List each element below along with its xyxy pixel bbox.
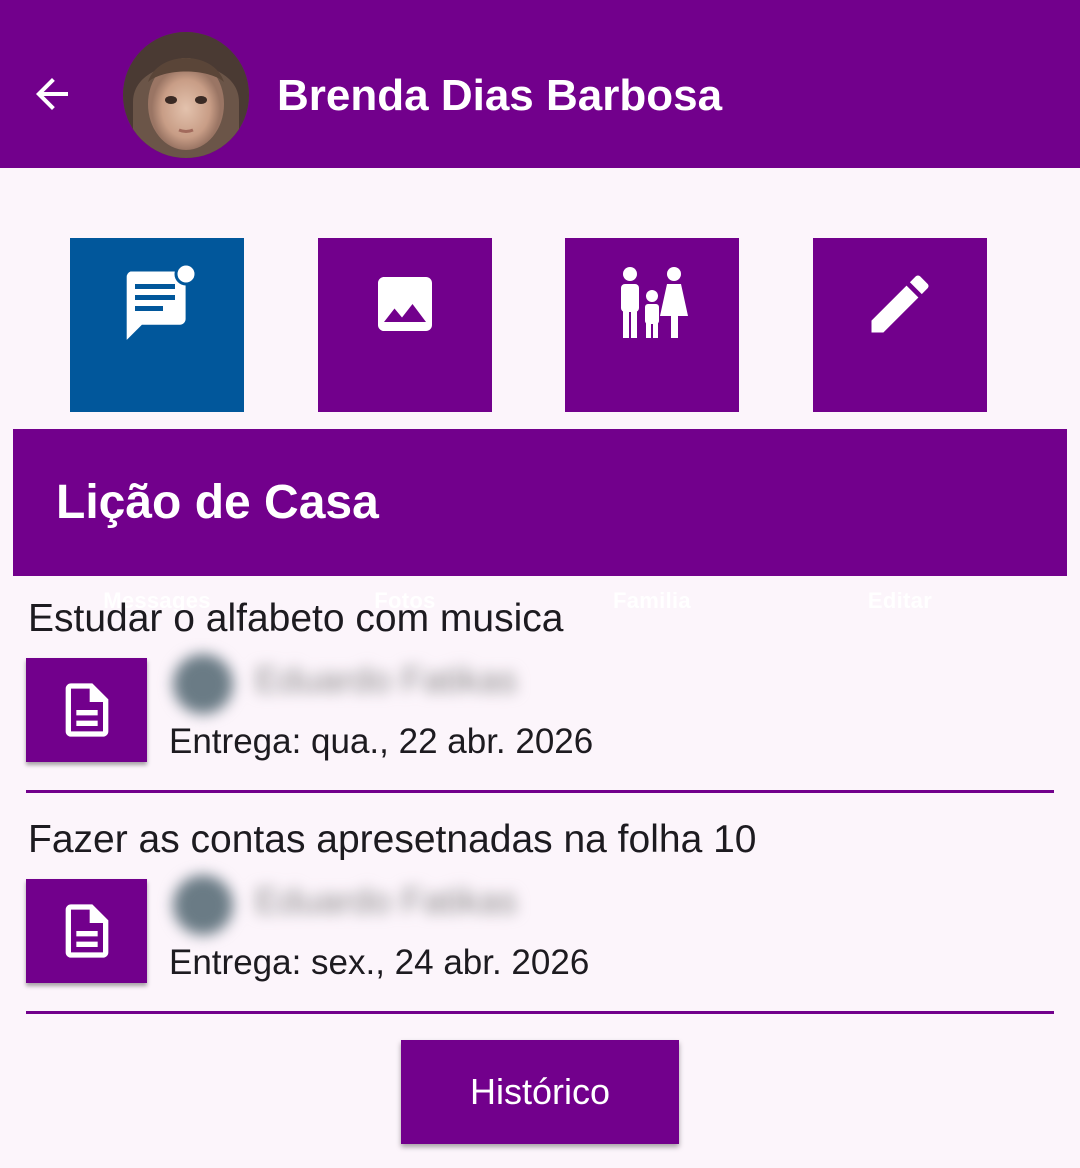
fotos-button[interactable]: Fotos	[318, 238, 492, 613]
child-photo	[123, 32, 249, 158]
teacher-avatar	[173, 875, 233, 935]
image-icon	[318, 262, 492, 346]
homework-title: Estudar o alfabeto com musica	[28, 597, 564, 640]
message-icon	[70, 262, 244, 346]
family-icon	[565, 262, 739, 346]
app-bar: Brenda Dias Barbosa	[0, 0, 1080, 168]
edit-pencil-icon	[813, 262, 987, 346]
due-date: Entrega: sex., 24 abr. 2026	[169, 943, 590, 982]
history-button[interactable]: Histórico	[401, 1040, 679, 1144]
arrow-back-icon	[36, 78, 68, 110]
familia-button[interactable]: Familia	[565, 238, 739, 613]
due-date: Entrega: qua., 22 abr. 2026	[169, 722, 594, 761]
teacher-name: Eduardo Fatikas	[255, 659, 518, 700]
homework-title: Fazer as contas apresetnadas na folha 10	[28, 818, 757, 861]
teacher-avatar	[173, 654, 233, 714]
homework-item[interactable]: Fazer as contas apresetnadas na folha 10…	[26, 815, 1054, 1015]
page-title: Brenda Dias Barbosa	[277, 71, 723, 120]
divider	[26, 790, 1054, 793]
document-button[interactable]	[26, 658, 147, 762]
divider	[26, 1011, 1054, 1014]
editar-button[interactable]: Editar	[813, 238, 987, 613]
document-icon	[65, 683, 108, 737]
homework-item[interactable]: Estudar o alfabeto com musica Eduardo Fa…	[26, 594, 1054, 794]
document-button[interactable]	[26, 879, 147, 983]
section-title: Lição de Casa	[56, 476, 379, 529]
back-button[interactable]	[24, 66, 80, 122]
document-icon	[65, 904, 108, 958]
homework-section-header: Lição de Casa	[13, 429, 1067, 576]
avatar[interactable]	[123, 32, 249, 158]
messages-button[interactable]: Messages	[70, 238, 244, 613]
teacher-name: Eduardo Fatikas	[255, 880, 518, 921]
